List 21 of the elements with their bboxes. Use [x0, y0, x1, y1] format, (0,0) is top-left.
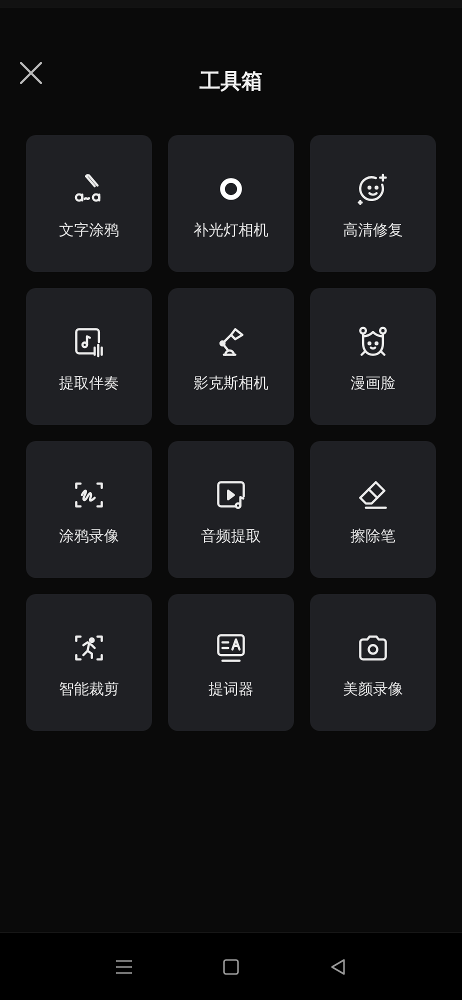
tool-tile[interactable]: 音频提取	[168, 441, 294, 578]
tool-tile[interactable]: 提词器	[168, 594, 294, 731]
page-title: 工具箱	[200, 68, 262, 95]
tool-tile[interactable]: 提取伴奏	[26, 288, 152, 425]
tool-tile[interactable]: 擦除笔	[310, 441, 436, 578]
tool-tile[interactable]: 漫画脸	[310, 288, 436, 425]
teleprompter-icon	[214, 631, 248, 665]
tool-tile[interactable]: 影克斯相机	[168, 288, 294, 425]
music-note-icon	[72, 325, 106, 359]
close-icon[interactable]	[18, 60, 44, 86]
eraser-icon	[356, 478, 390, 512]
tool-tile[interactable]: 高清修复	[310, 135, 436, 272]
home-icon[interactable]	[220, 956, 241, 976]
video-music-icon	[214, 478, 248, 512]
smiley-sparkle-icon	[356, 172, 390, 206]
girl-face-icon	[356, 325, 390, 359]
tool-tile[interactable]: 涂鸦录像	[26, 441, 152, 578]
tool-tile[interactable]: 文字涂鸦	[26, 135, 152, 272]
tool-tile[interactable]: 智能裁剪	[26, 594, 152, 731]
tool-tile[interactable]: 补光灯相机	[168, 135, 294, 272]
tool-tile[interactable]: 美颜录像	[310, 594, 436, 731]
